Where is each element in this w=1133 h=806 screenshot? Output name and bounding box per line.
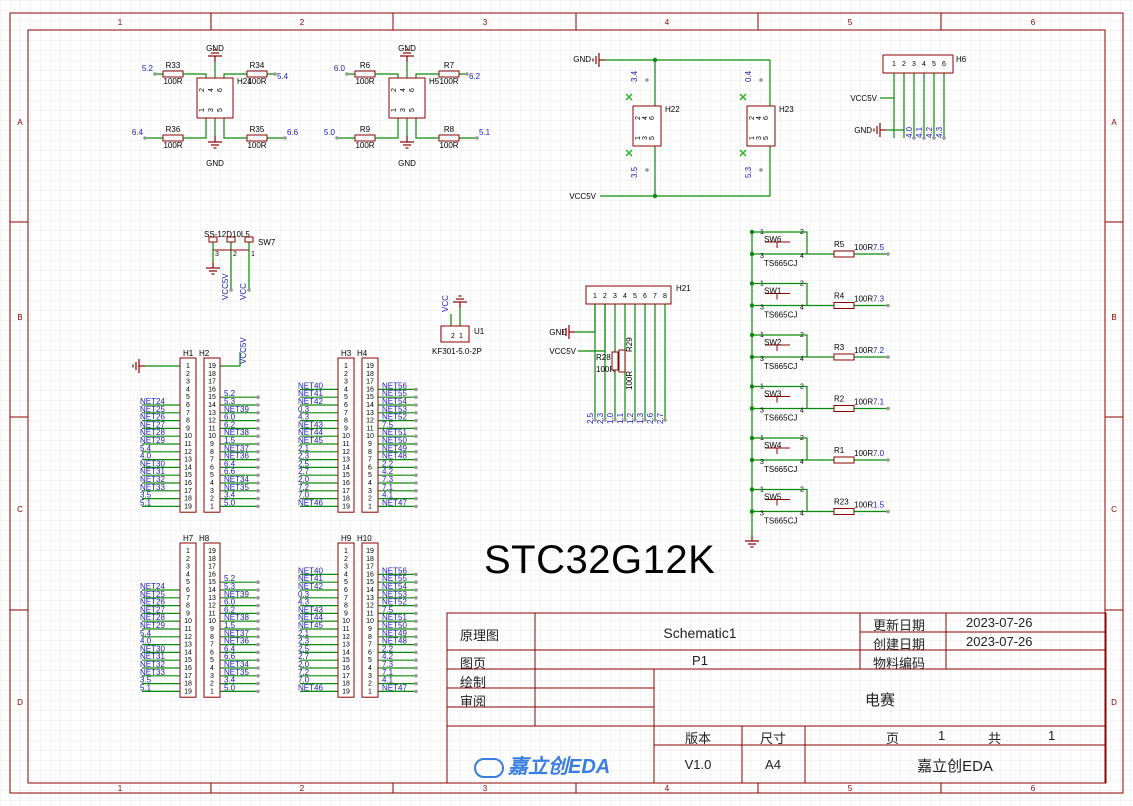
eda-logo: 嘉立创EDA (474, 750, 610, 779)
cloud-icon (474, 757, 504, 778)
page-label: 图页 (460, 656, 487, 671)
schematic-name: Schematic1 (663, 625, 737, 641)
pages-label: 页 (886, 731, 900, 746)
schematic-label: 原理图 (460, 628, 500, 643)
logo-text: 嘉立创EDA (508, 756, 611, 778)
title-block (446, 612, 1107, 784)
total-number: 1 (1048, 728, 1056, 743)
review-label: 审阅 (460, 694, 487, 709)
material-label: 物料编码 (873, 656, 926, 671)
total-label: 共 (988, 731, 1002, 746)
size-label: 尺寸 (759, 731, 786, 746)
project-name: 电赛 (864, 692, 895, 709)
page-value: P1 (692, 653, 708, 668)
updated-date: 2023-07-26 (966, 615, 1033, 630)
size-value: A4 (765, 757, 781, 772)
version-value: V1.0 (684, 757, 712, 772)
created-label: 创建日期 (873, 637, 926, 652)
page-number: 1 (938, 728, 946, 743)
version-label: 版本 (684, 731, 711, 746)
drawn-label: 绘制 (460, 675, 487, 690)
company-name: 嘉立创EDA (917, 758, 993, 775)
created-date: 2023-07-26 (966, 634, 1033, 649)
updated-label: 更新日期 (873, 618, 926, 633)
